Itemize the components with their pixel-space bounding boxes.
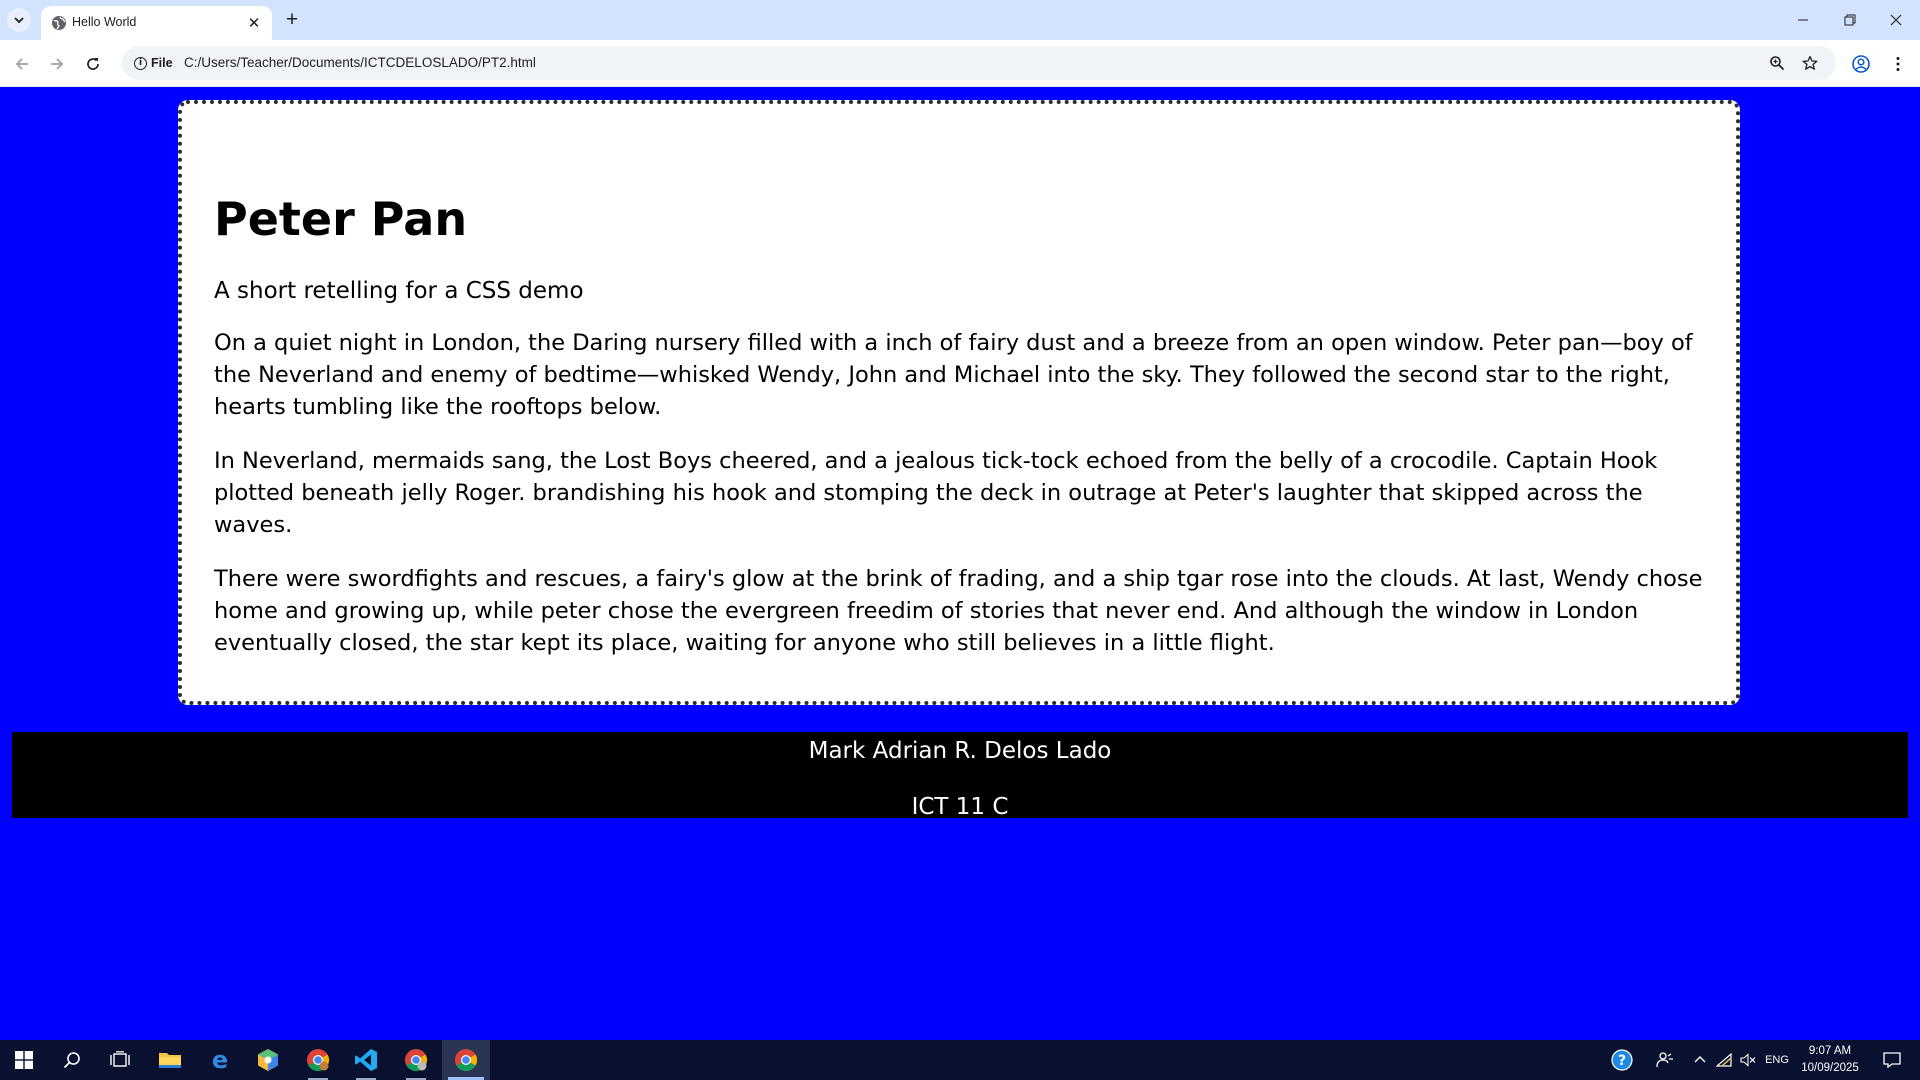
bookmark-button[interactable] [1800, 53, 1820, 73]
close-window-button[interactable] [1873, 0, 1919, 40]
kebab-menu-icon [1896, 57, 1900, 71]
tab-title: Hello World [72, 15, 137, 29]
start-button[interactable] [0, 1040, 48, 1080]
page-title: Peter Pan [214, 192, 468, 246]
browser-tab-strip: Hello World ✕ + [0, 0, 1920, 40]
taskbar-vscode[interactable] [342, 1040, 390, 1080]
notification-icon [1883, 1052, 1901, 1068]
plus-icon: + [285, 8, 299, 31]
people-icon [1656, 1052, 1673, 1068]
taskbar-edge[interactable]: e [196, 1040, 244, 1080]
edge-legacy-icon: e [212, 1048, 228, 1072]
clock-time: 9:07 AM [1808, 1045, 1852, 1057]
taskbar-app-cube[interactable] [244, 1040, 292, 1080]
chrome-profile-icon [307, 1049, 329, 1071]
taskbar-chrome-profile[interactable] [294, 1040, 342, 1080]
chrome-profile-2-icon [405, 1049, 427, 1071]
taskbar-clock[interactable]: 9:07 AM 10/09/2025 [1790, 1043, 1870, 1077]
profile-icon [1852, 55, 1870, 73]
svg-text:e: e [212, 1048, 228, 1072]
zoom-button[interactable] [1767, 53, 1787, 73]
task-view-button[interactable] [96, 1040, 144, 1080]
footer-author-name: Mark Adrian R. Delos Lado [808, 738, 1112, 764]
wifi-icon [1716, 1053, 1732, 1067]
file-explorer-icon [159, 1053, 181, 1068]
star-icon [1802, 55, 1818, 70]
restore-icon [1844, 14, 1856, 26]
url-text[interactable]: C:/Users/Teacher/Documents/ICTCDELOSLADO… [184, 55, 536, 70]
browser-menu-button[interactable] [1885, 51, 1911, 77]
speaker-muted-icon [1740, 1053, 1756, 1067]
story-paragraph-1: On a quiet night in London, the Daring n… [214, 330, 1693, 420]
footer-section: ICT 11 C [911, 794, 1009, 820]
vscode-icon [355, 1049, 377, 1071]
story-card: Peter Pan A short retelling for a CSS de… [178, 100, 1740, 705]
search-icon [63, 1052, 80, 1069]
browser-toolbar: i File C:/Users/Teacher/Documents/ICTCDE… [0, 40, 1920, 87]
volume-tray-button[interactable] [1736, 1040, 1760, 1080]
people-tray-button[interactable] [1650, 1040, 1680, 1080]
network-tray-button[interactable] [1712, 1040, 1736, 1080]
forward-button[interactable] [44, 51, 70, 77]
profile-button[interactable] [1848, 51, 1874, 77]
arrow-left-icon [15, 58, 28, 70]
address-bar[interactable]: i File C:/Users/Teacher/Documents/ICTCDE… [122, 46, 1836, 80]
arrow-right-icon [51, 58, 64, 70]
new-tab-button[interactable]: + [280, 8, 304, 32]
app-cube-icon [258, 1049, 278, 1071]
svg-text:?: ? [1618, 1053, 1626, 1069]
minimize-icon [1798, 19, 1808, 21]
chevron-up-icon [1694, 1056, 1706, 1063]
site-info-label: File [151, 56, 173, 70]
story-paragraph-3: There were swordfights and rescues, a fa… [214, 566, 1703, 656]
clock-date: 10/09/2025 [1801, 1062, 1859, 1074]
help-icon: ? [1611, 1049, 1633, 1071]
taskbar-file-explorer[interactable] [146, 1040, 194, 1080]
task-view-icon [110, 1051, 130, 1067]
windows-start-icon [15, 1051, 33, 1069]
story-paragraph-2: In Neverland, mermaids sang, the Lost Bo… [214, 448, 1658, 538]
taskbar-chrome[interactable] [442, 1040, 490, 1080]
site-info-chip[interactable]: i File [128, 51, 179, 75]
browser-tab-active[interactable]: Hello World ✕ [41, 6, 272, 40]
chevron-down-icon [14, 17, 24, 24]
help-tray-button[interactable]: ? [1606, 1040, 1638, 1080]
page-footer: Mark Adrian R. Delos Lado ICT 11 C [12, 732, 1908, 820]
close-icon [1890, 14, 1902, 26]
globe-icon [52, 16, 66, 30]
reload-icon [87, 58, 99, 70]
input-language-button[interactable]: ENG [1760, 1040, 1794, 1080]
minimize-button[interactable] [1780, 0, 1826, 40]
windows-taskbar: e ? ENG 9:07 AM 10/09/2025 [0, 1040, 1920, 1080]
show-hidden-icons-button[interactable] [1688, 1040, 1712, 1080]
reload-button[interactable] [80, 51, 106, 77]
zoom-icon [1770, 56, 1785, 71]
page-subtitle: A short retelling for a CSS demo [214, 278, 584, 304]
tab-search-button[interactable] [7, 8, 31, 32]
back-button[interactable] [9, 51, 35, 77]
action-center-button[interactable] [1872, 1040, 1912, 1080]
taskbar-search-button[interactable] [48, 1040, 96, 1080]
chrome-icon [455, 1049, 477, 1071]
info-icon: i [134, 56, 147, 70]
close-tab-icon[interactable]: ✕ [244, 13, 264, 33]
restore-button[interactable] [1827, 0, 1873, 40]
taskbar-chrome-profile-2[interactable] [392, 1040, 440, 1080]
